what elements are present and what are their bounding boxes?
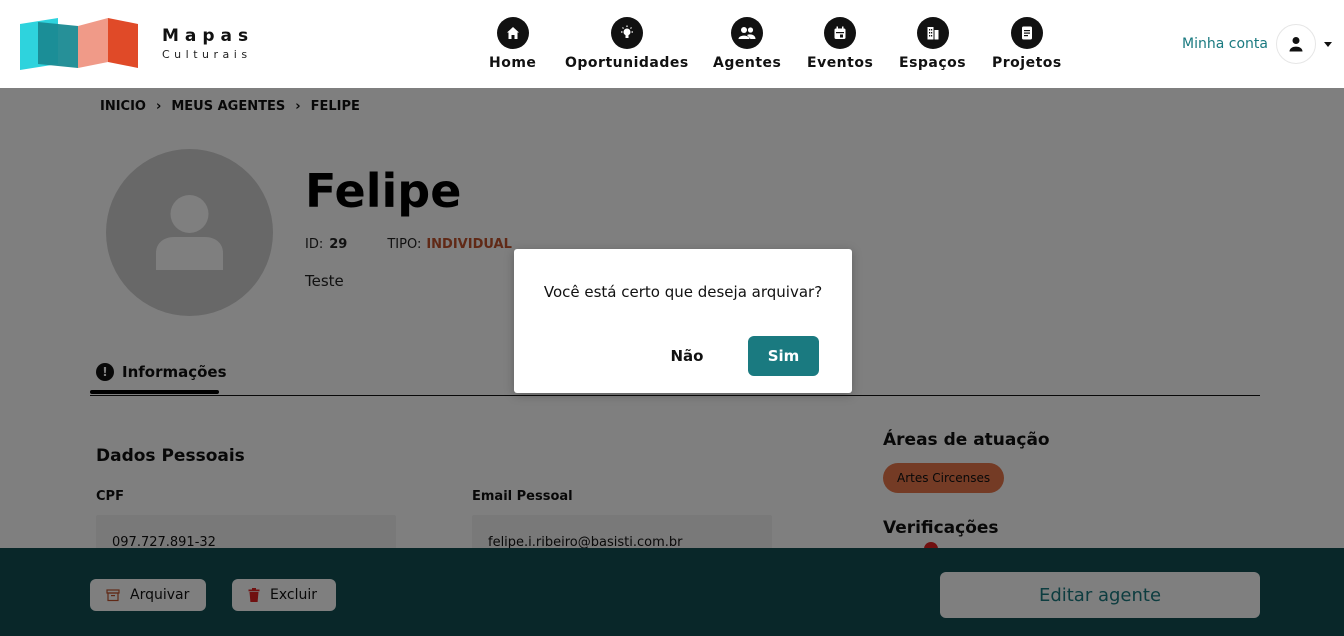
nav-eventos[interactable]: Eventos <box>807 17 873 71</box>
yes-button[interactable]: Sim <box>748 336 819 376</box>
people-icon <box>731 17 764 49</box>
lightbulb-icon <box>610 17 643 49</box>
footer-backdrop <box>0 548 1344 636</box>
dialog-message: Você está certo que deseja arquivar? <box>543 283 823 301</box>
calendar-icon <box>824 17 857 49</box>
nav-agentes[interactable]: Agentes <box>713 17 781 71</box>
nav-label-eventos: Eventos <box>807 55 874 71</box>
mapas-culturais-logo[interactable] <box>20 18 138 70</box>
nav-label-espacos: Espaços <box>899 55 967 71</box>
home-icon <box>496 17 529 49</box>
header: Mapas Culturais Home Oportunidades Agent… <box>0 0 1344 88</box>
chevron-down-icon[interactable] <box>1324 41 1332 47</box>
nav-projetos[interactable]: Projetos <box>992 17 1062 71</box>
user-icon[interactable] <box>1276 24 1316 64</box>
nav-label-home: Home <box>489 55 537 71</box>
account-label[interactable]: Minha conta <box>1182 36 1268 52</box>
nav-home[interactable]: Home <box>489 17 536 71</box>
document-icon <box>1010 17 1043 49</box>
nav-label-agentes: Agentes <box>713 55 782 71</box>
confirm-archive-dialog: Você está certo que deseja arquivar? Não… <box>514 249 852 393</box>
brand-name[interactable]: Mapas Culturais <box>162 26 254 61</box>
brand-line2: Culturais <box>162 48 252 61</box>
building-icon <box>916 17 949 49</box>
nav-espacos[interactable]: Espaços <box>899 17 966 71</box>
nav-label-projetos: Projetos <box>992 55 1062 71</box>
account-menu[interactable]: Minha conta <box>1182 24 1332 64</box>
nav-oportunidades[interactable]: Oportunidades <box>565 17 689 71</box>
nav-label-oportunidades: Oportunidades <box>565 55 689 71</box>
no-button[interactable]: Não <box>664 337 710 375</box>
brand-line1: Mapas <box>162 26 255 46</box>
